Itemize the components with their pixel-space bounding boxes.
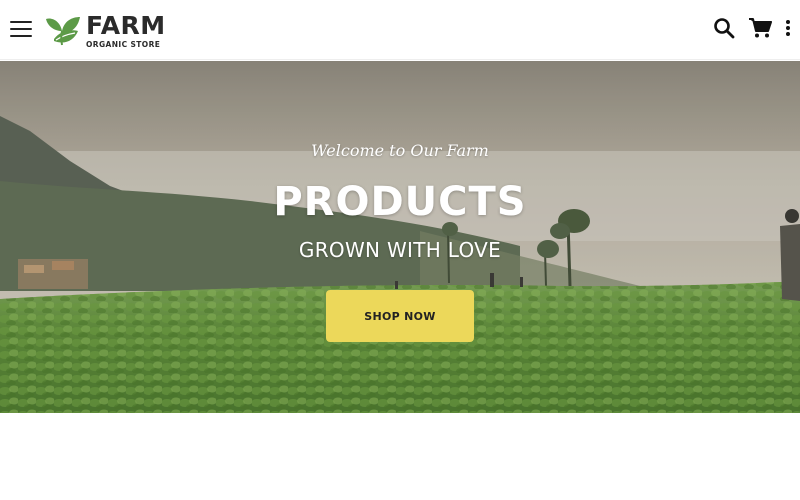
header-actions <box>712 16 792 40</box>
leaf-icon <box>46 17 80 46</box>
hero-banner: Welcome to Our Farm PRODUCTS GROWN WITH … <box>0 61 800 413</box>
shop-now-button[interactable]: SHOP NOW <box>326 290 474 342</box>
cart-icon[interactable] <box>748 16 772 40</box>
hero-subtitle: GROWN WITH LOVE <box>298 238 502 262</box>
more-vertical-icon[interactable] <box>784 16 792 40</box>
logo-subtitle: ORGANIC STORE <box>86 40 161 50</box>
page-content-area <box>0 413 800 500</box>
site-header: FARM ORGANIC STORE <box>0 0 800 60</box>
site-logo[interactable]: FARM ORGANIC STORE <box>42 10 166 52</box>
logo-text: FARM ORGANIC STORE <box>86 13 166 49</box>
hero-title: PRODUCTS <box>273 179 527 225</box>
hero-eyebrow: Welcome to Our Farm <box>311 141 489 160</box>
hero-content: Welcome to Our Farm PRODUCTS GROWN WITH … <box>0 61 800 413</box>
logo-title: FARM <box>86 11 166 41</box>
search-icon[interactable] <box>712 16 736 40</box>
hamburger-menu-icon[interactable] <box>10 20 32 38</box>
